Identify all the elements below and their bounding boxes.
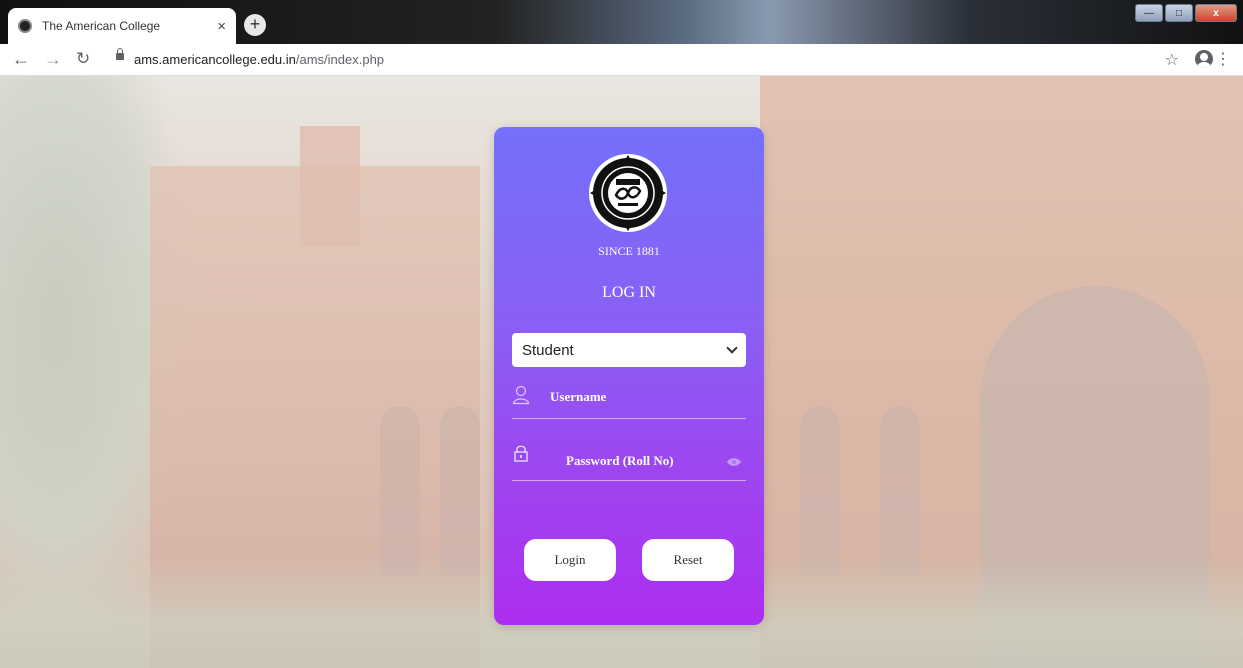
forward-icon[interactable]: → <box>44 49 62 69</box>
tab-close-icon[interactable]: × <box>217 18 226 35</box>
browser-tab-bar: The American College × + — □ x <box>0 0 1243 44</box>
reload-icon[interactable]: ↻ <box>76 49 90 69</box>
eye-icon[interactable] <box>726 457 742 467</box>
maximize-icon[interactable]: □ <box>1165 4 1193 22</box>
browser-tab[interactable]: The American College × <box>8 8 236 44</box>
login-heading: LOG IN <box>602 284 656 301</box>
user-icon <box>512 385 530 405</box>
tab-title: The American College <box>42 19 161 33</box>
password-placeholder: Password (Roll No) <box>566 453 674 468</box>
chevron-down-icon <box>726 342 738 354</box>
favicon-icon <box>18 19 32 33</box>
address-bar[interactable]: ams.americancollege.edu.in/ams/index.php <box>134 52 384 67</box>
minimize-icon[interactable]: — <box>1135 4 1163 22</box>
role-select-value: Student <box>522 341 574 359</box>
star-icon[interactable]: ☆ <box>1165 50 1179 70</box>
username-field[interactable]: Username <box>512 381 746 419</box>
lock-icon <box>514 445 528 462</box>
window-controls: — □ x <box>1135 4 1237 22</box>
password-field[interactable]: Password (Roll No) <box>512 439 746 481</box>
close-icon[interactable]: x <box>1195 4 1237 22</box>
username-placeholder: Username <box>550 389 607 404</box>
login-button[interactable]: Login <box>524 539 616 581</box>
reset-button[interactable]: Reset <box>642 539 734 581</box>
login-card: SINCE 1881 LOG IN Student Username Passw… <box>494 127 764 625</box>
lock-icon <box>116 48 124 60</box>
url-path: /ams/index.php <box>295 52 385 67</box>
page-viewport: SINCE 1881 LOG IN Student Username Passw… <box>0 76 1243 668</box>
profile-icon[interactable] <box>1195 50 1213 68</box>
since-text: SINCE 1881 <box>598 244 660 258</box>
college-seal-logo <box>589 154 667 232</box>
role-select[interactable]: Student <box>512 333 746 367</box>
url-host: ams.americancollege.edu.in <box>134 52 296 67</box>
browser-toolbar: ← → ↻ ams.americancollege.edu.in/ams/ind… <box>0 44 1243 76</box>
back-icon[interactable]: ← <box>12 49 30 69</box>
menu-icon[interactable]: ⋮ <box>1215 49 1231 69</box>
new-tab-button[interactable]: + <box>244 14 266 36</box>
